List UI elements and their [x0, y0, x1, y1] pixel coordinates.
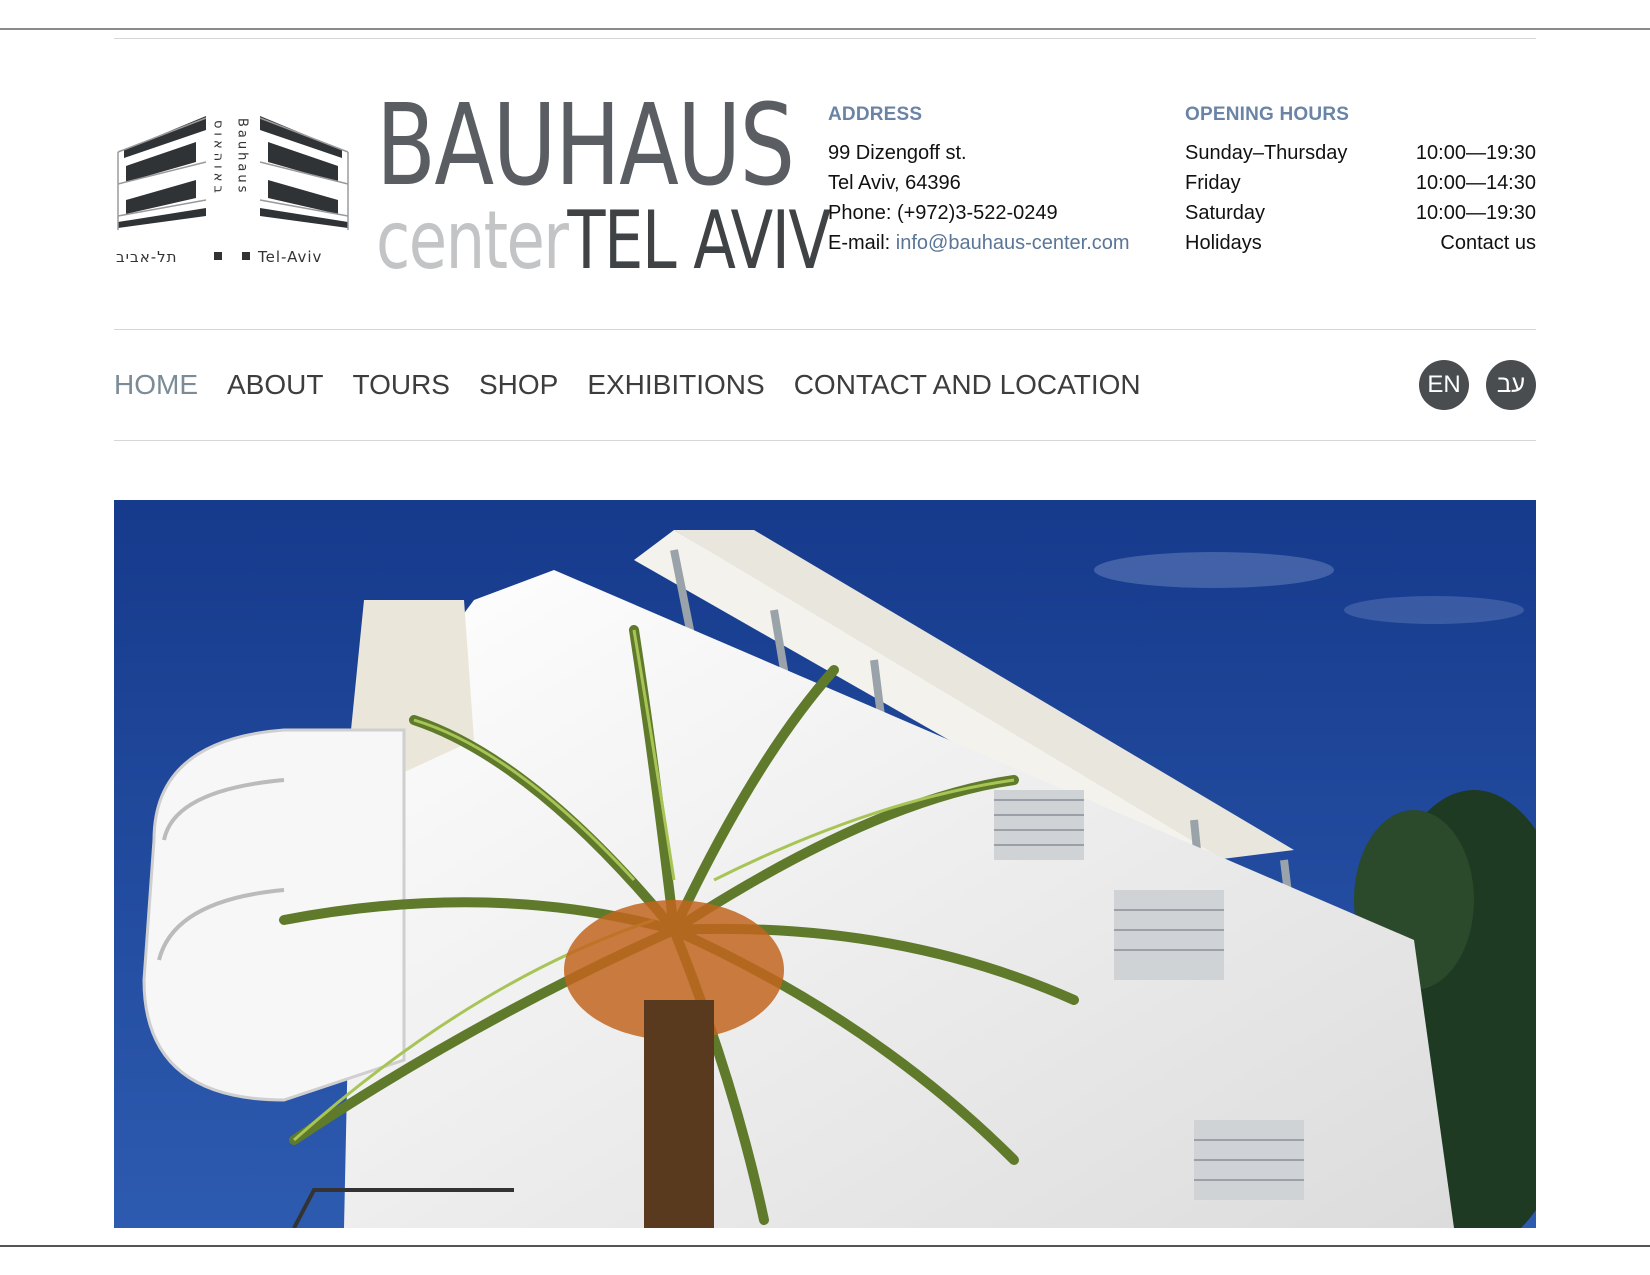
logo-hebrew-city: תל-אביב: [116, 248, 178, 266]
logo-latin-city: Tel-Aviv: [257, 248, 322, 266]
hours-day: Holidays: [1185, 232, 1262, 254]
bauhaus-logo-icon[interactable]: באוהאוס Bauhaus תל-אביב Tel-Aviv: [114, 112, 350, 268]
hours-time: 10:00—19:30: [1415, 142, 1536, 164]
wordmark-bauhaus: BAUHAUS: [376, 81, 795, 211]
address-phone: Phone: (+972)3-522-0249: [828, 202, 1058, 224]
wordmark-city: TEL AVIV: [567, 194, 831, 287]
language-he-button[interactable]: עב: [1486, 360, 1536, 410]
hours-heading: OPENING HOURS: [1185, 104, 1350, 125]
header-top-divider: [114, 38, 1536, 39]
hours-day: Friday: [1185, 172, 1241, 194]
address-email-row: E-mail: info@bauhaus-center.com: [828, 232, 1130, 255]
bauhaus-building-photo: [114, 500, 1536, 1228]
site-wordmark[interactable]: BAUHAUS centerTEL AVIV: [376, 90, 831, 286]
window-bottom-border: [0, 1245, 1650, 1247]
header-divider: [114, 329, 1536, 330]
nav-about[interactable]: ABOUT: [227, 365, 323, 405]
hours-time: 10:00—14:30: [1415, 172, 1536, 194]
nav-shop[interactable]: SHOP: [479, 365, 558, 405]
hours-time: 10:00—19:30: [1415, 202, 1536, 224]
wordmark-subtitle: centerTEL AVIV: [376, 194, 831, 309]
nav-contact-location[interactable]: CONTACT AND LOCATION: [794, 365, 1141, 405]
address-heading: ADDRESS: [828, 104, 923, 125]
language-en-button[interactable]: EN: [1419, 360, 1469, 410]
main-nav: HOME ABOUT TOURS SHOP EXHIBITIONS CONTAC…: [114, 365, 1170, 405]
window-top-border: [0, 28, 1650, 30]
nav-tours[interactable]: TOURS: [352, 365, 450, 405]
wordmark-center: center: [376, 194, 569, 287]
email-label: E-mail:: [828, 232, 896, 254]
address-city: Tel Aviv, 64396: [828, 172, 961, 194]
contact-us-link[interactable]: Contact us: [1376, 232, 1536, 255]
logo-latin-vertical: Bauhaus: [235, 118, 250, 195]
nav-home[interactable]: HOME: [114, 365, 198, 405]
hours-day: Sunday–Thursday: [1185, 142, 1348, 164]
nav-divider: [114, 440, 1536, 441]
email-link[interactable]: info@bauhaus-center.com: [896, 232, 1130, 254]
logo-hebrew-vertical: באוהאוס: [211, 120, 226, 197]
nav-exhibitions[interactable]: EXHIBITIONS: [587, 365, 764, 405]
address-street: 99 Dizengoff st.: [828, 142, 967, 164]
hours-day: Saturday: [1185, 202, 1266, 224]
